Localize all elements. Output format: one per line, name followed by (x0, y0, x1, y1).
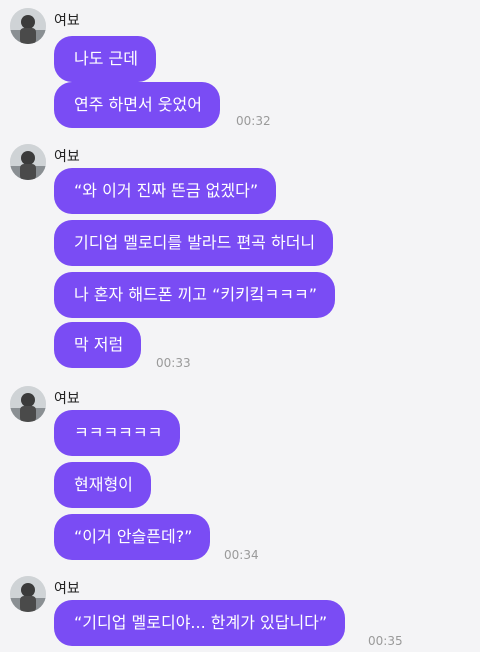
message-bubble[interactable]: “기디업 멜로디야... 한계가 있답니다” (54, 600, 346, 646)
message-timestamp: 00:34 (224, 548, 259, 562)
sender-name: 여뵤 (54, 149, 80, 165)
profile-photo-icon (10, 144, 46, 180)
message-bubble[interactable]: 나 혼자 해드폰 끼고 “키키킼ㅋㅋㅋ” (54, 272, 336, 318)
message-bubble[interactable]: “와 이거 진짜 뜬금 없겠다” (54, 168, 277, 214)
sender-name: 여뵤 (54, 13, 80, 29)
profile-photo-icon (10, 386, 46, 422)
profile-photo-icon (10, 576, 46, 612)
avatar[interactable] (10, 386, 46, 422)
sender-name: 여뵤 (54, 581, 80, 597)
avatar[interactable] (10, 8, 46, 44)
avatar[interactable] (10, 144, 46, 180)
message-timestamp: 00:33 (156, 356, 191, 370)
message-timestamp: 00:32 (236, 114, 271, 128)
message-timestamp: 00:35 (368, 634, 403, 648)
sender-name: 여뵤 (54, 391, 80, 407)
message-bubble[interactable]: 막 저럼 (54, 322, 142, 368)
avatar[interactable] (10, 576, 46, 612)
message-bubble[interactable]: 현재형이 (54, 462, 151, 508)
message-bubble[interactable]: ㅋㅋㅋㅋㅋㅋ (54, 410, 181, 456)
message-bubble[interactable]: 연주 하면서 웃었어 (54, 82, 220, 128)
message-bubble[interactable]: 나도 근데 (54, 36, 156, 82)
profile-photo-icon (10, 8, 46, 44)
message-bubble[interactable]: 기디업 멜로디를 발라드 편곡 하더니 (54, 220, 334, 266)
message-bubble[interactable]: “이거 안슬픈데?” (54, 514, 211, 560)
